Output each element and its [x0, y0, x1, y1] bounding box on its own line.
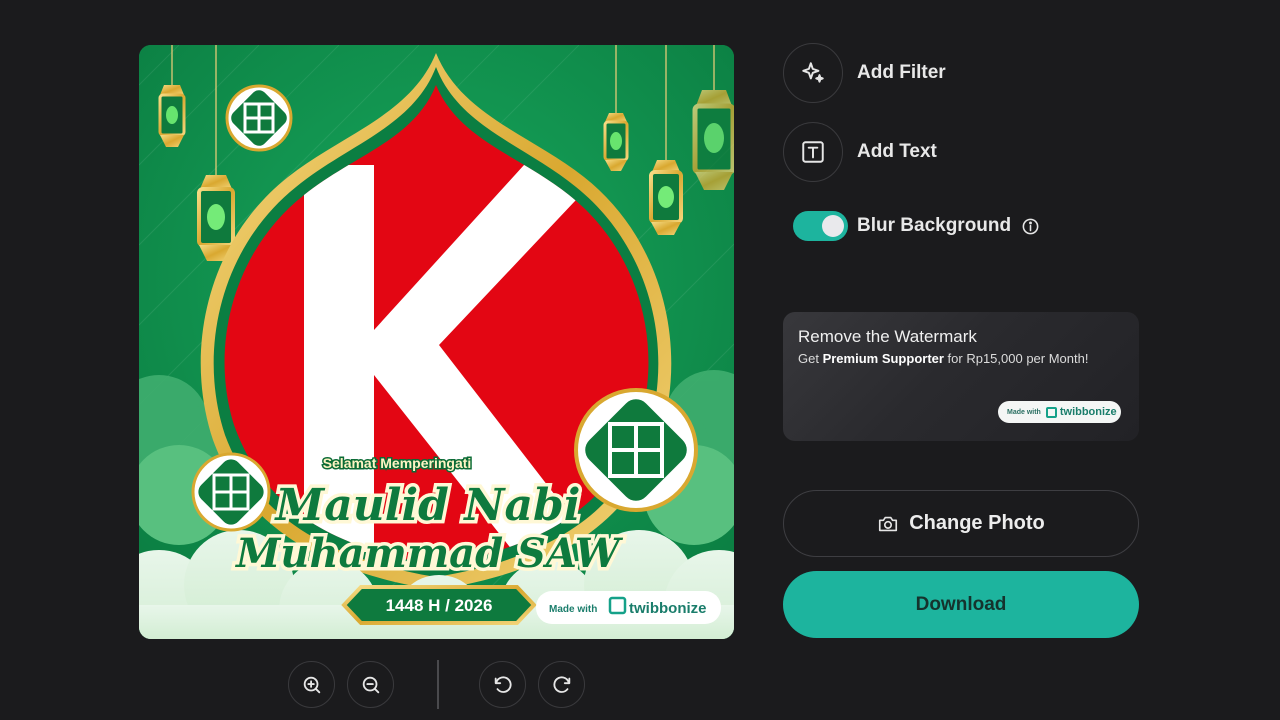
add-text-button[interactable] — [783, 122, 843, 182]
watermark-made-with: Made with — [549, 604, 597, 615]
twibbonize-logo-icon — [1045, 406, 1057, 418]
change-photo-button[interactable]: Change Photo — [783, 490, 1139, 557]
zoom-out-icon — [362, 676, 379, 693]
year-label: 1448 H / 2026 — [386, 596, 493, 615]
zoom-out-button[interactable] — [347, 661, 394, 708]
watermark-badge: Made with twibbonize — [536, 591, 721, 624]
change-photo-label: Change Photo — [909, 512, 1045, 534]
promo-title: Remove the Watermark — [798, 327, 977, 346]
frame-artwork: Selamat Memperingati Maulid Nabi Muhamma… — [139, 45, 734, 639]
add-text-label: Add Text — [857, 141, 937, 162]
promo-sub-bold: Premium Supporter — [822, 351, 944, 366]
add-filter-option[interactable]: Add Filter — [783, 43, 946, 103]
promo-sub-prefix: Get — [798, 351, 823, 366]
promo-badge-brand: twibbonize — [1059, 406, 1117, 418]
blur-background-row: Blur Background — [793, 211, 1040, 241]
add-text-option[interactable]: Add Text — [783, 122, 937, 182]
download-label: Download — [915, 593, 1007, 615]
promo-sub-suffix: for Rp15,000 per Month! — [943, 351, 1089, 366]
add-filter-label: Add Filter — [857, 62, 946, 83]
title-line-2: Muhammad SAW — [234, 530, 624, 577]
rotate-right-icon — [552, 675, 570, 693]
blur-background-label: Blur Background — [857, 215, 1012, 236]
greeting-subtitle: Selamat Memperingati — [323, 455, 472, 471]
remove-watermark-card[interactable]: Remove the Watermark Get Premium Support… — [783, 312, 1139, 441]
zoom-in-icon — [303, 676, 320, 693]
title-line-1: Maulid Nabi — [274, 480, 581, 531]
add-filter-button[interactable] — [783, 43, 843, 103]
rotate-left-icon — [494, 675, 512, 693]
download-button[interactable]: Download — [783, 571, 1139, 638]
info-icon[interactable] — [1021, 217, 1040, 236]
toolbar-divider — [437, 660, 439, 709]
text-box-icon — [802, 141, 824, 163]
promo-watermark-badge: Made with twibbonize — [998, 401, 1121, 423]
toggle-knob — [822, 215, 844, 237]
year-ribbon: 1448 H / 2026 — [341, 585, 537, 625]
zoom-in-button[interactable] — [288, 661, 335, 708]
rotate-right-button[interactable] — [538, 661, 585, 708]
rotate-left-button[interactable] — [479, 661, 526, 708]
promo-badge-made-with: Made with — [1007, 408, 1041, 416]
promo-subtitle: Get Premium Supporter for Rp15,000 per M… — [798, 351, 1088, 366]
watermark-brand: twibbonize — [629, 600, 707, 617]
twibbon-editor: Selamat Memperingati Maulid Nabi Muhamma… — [0, 0, 1280, 720]
camera-icon — [879, 516, 898, 531]
sparkle-icon — [802, 62, 824, 83]
blur-background-toggle[interactable] — [793, 211, 848, 241]
twibbon-preview[interactable]: Selamat Memperingati Maulid Nabi Muhamma… — [139, 45, 734, 639]
